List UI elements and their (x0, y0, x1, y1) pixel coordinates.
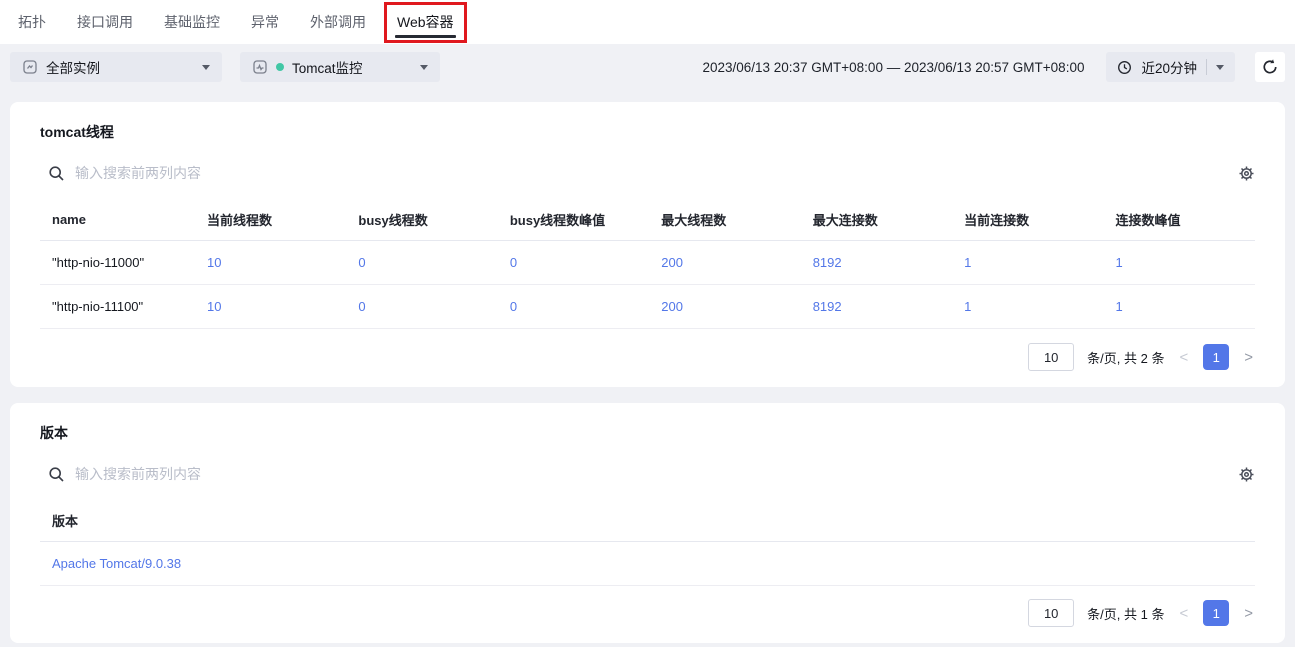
next-page-button[interactable]: > (1242, 605, 1255, 622)
table-header-row: 版本 (40, 499, 1255, 542)
col-header-version: 版本 (40, 499, 1255, 542)
tab-external-calls[interactable]: 外部调用 (308, 0, 368, 44)
cell-current-connections[interactable]: 1 (952, 240, 1104, 285)
cell-max-connections[interactable]: 8192 (800, 240, 953, 285)
cell-version[interactable]: Apache Tomcat/9.0.38 (40, 541, 1255, 586)
time-preset-button[interactable]: 近20分钟 (1106, 52, 1235, 82)
tab-basic-monitoring[interactable]: 基础监控 (162, 0, 222, 44)
chevron-down-icon (420, 64, 428, 70)
col-header-max-threads: 最大线程数 (649, 198, 801, 241)
current-page-button[interactable]: 1 (1203, 344, 1230, 370)
col-header-busy-threads: busy线程数 (346, 198, 498, 241)
tab-exceptions[interactable]: 异常 (249, 0, 281, 44)
pagination: 条/页, 共 1 条 < 1 > (40, 599, 1255, 629)
search-input[interactable] (75, 165, 1228, 181)
cell-max-threads[interactable]: 200 (649, 284, 801, 329)
time-preset-label: 近20分钟 (1141, 61, 1197, 76)
search-row (40, 158, 1255, 188)
col-header-connections-peak: 连接数峰值 (1103, 198, 1255, 241)
search-row (40, 459, 1255, 489)
tab-label: 异常 (251, 14, 279, 30)
table-row: Apache Tomcat/9.0.38 (40, 541, 1255, 586)
tomcat-threads-card: tomcat线程 name 当前线程数 busy线程数 busy线程数峰值 (10, 102, 1285, 387)
top-tab-bar: 拓扑 接口调用 基础监控 异常 外部调用 Web容器 (0, 0, 1295, 44)
cell-name: "http-nio-11000" (40, 240, 195, 285)
page-size-input[interactable] (1028, 599, 1075, 627)
table-header-row: name 当前线程数 busy线程数 busy线程数峰值 最大线程数 最大连接数… (40, 198, 1255, 241)
threads-table: name 当前线程数 busy线程数 busy线程数峰值 最大线程数 最大连接数… (40, 198, 1255, 329)
monitor-type-select[interactable]: Tomcat监控 (240, 52, 440, 82)
cell-max-threads[interactable]: 200 (649, 240, 801, 285)
current-page-button[interactable]: 1 (1203, 600, 1230, 626)
clock-icon (1117, 60, 1132, 75)
pagination-summary: 条/页, 共 1 条 (1087, 606, 1165, 622)
col-header-name: name (40, 198, 195, 241)
pagination: 条/页, 共 2 条 < 1 > (40, 343, 1255, 373)
cell-busy-threads-peak[interactable]: 0 (497, 240, 650, 285)
search-icon (48, 466, 65, 483)
table-settings-button[interactable] (1238, 165, 1255, 182)
table-row: "http-nio-11000" 10 0 0 200 8192 1 1 (40, 240, 1255, 285)
search-input[interactable] (75, 466, 1228, 482)
page-size-input[interactable] (1028, 343, 1075, 371)
search-icon (48, 165, 65, 182)
tab-label: 基础监控 (164, 14, 220, 30)
cell-current-threads[interactable]: 10 (195, 284, 347, 329)
cell-busy-threads[interactable]: 0 (346, 240, 498, 285)
monitor-select-value: Tomcat监控 (292, 61, 363, 76)
col-header-current-connections: 当前连接数 (952, 198, 1104, 241)
time-range-text: 2023/06/13 20:37 GMT+08:00 — 2023/06/13 … (702, 59, 1085, 75)
table-row: "http-nio-11100" 10 0 0 200 8192 1 1 (40, 284, 1255, 329)
chevron-down-icon (1216, 64, 1224, 70)
gear-icon (1239, 165, 1254, 181)
cell-current-connections[interactable]: 1 (952, 284, 1104, 329)
pagination-summary: 条/页, 共 2 条 (1087, 350, 1165, 366)
tab-label: 接口调用 (77, 14, 133, 30)
cell-busy-threads[interactable]: 0 (346, 284, 498, 329)
instance-select-value: 全部实例 (46, 61, 100, 76)
refresh-button[interactable] (1255, 52, 1285, 82)
instance-icon (22, 59, 38, 75)
tab-label: 拓扑 (18, 14, 46, 30)
cell-max-connections[interactable]: 8192 (800, 284, 953, 329)
cell-name: "http-nio-11100" (40, 284, 195, 329)
col-header-current-threads: 当前线程数 (195, 198, 347, 241)
prev-page-button[interactable]: < (1177, 605, 1190, 622)
tab-label: Web容器 (397, 14, 454, 30)
tab-topology[interactable]: 拓扑 (16, 0, 48, 44)
status-dot (276, 63, 284, 71)
version-table: 版本 Apache Tomcat/9.0.38 (40, 499, 1255, 586)
col-header-max-connections: 最大连接数 (800, 198, 953, 241)
cell-busy-threads-peak[interactable]: 0 (497, 284, 650, 329)
prev-page-button[interactable]: < (1177, 349, 1190, 366)
refresh-icon (1263, 59, 1277, 74)
filter-toolbar: 全部实例 Tomcat监控 2023/06/13 20:37 GMT+08:00… (0, 44, 1295, 90)
card-title: 版本 (40, 425, 68, 441)
cell-connections-peak[interactable]: 1 (1103, 240, 1255, 285)
version-card: 版本 版本 Apache Tomcat/9.0.38 (10, 403, 1285, 643)
gear-icon (1239, 466, 1254, 482)
chevron-down-icon (202, 64, 210, 70)
cell-connections-peak[interactable]: 1 (1103, 284, 1255, 329)
tab-label: 外部调用 (310, 14, 366, 30)
tab-web-container[interactable]: Web容器 (384, 0, 467, 44)
col-header-busy-threads-peak: busy线程数峰值 (497, 198, 650, 241)
table-settings-button[interactable] (1238, 466, 1255, 483)
card-title: tomcat线程 (40, 124, 114, 140)
tab-interface-calls[interactable]: 接口调用 (75, 0, 135, 44)
next-page-button[interactable]: > (1242, 349, 1255, 366)
monitor-icon (252, 59, 268, 75)
instance-select[interactable]: 全部实例 (10, 52, 222, 82)
divider (1206, 59, 1207, 75)
cell-current-threads[interactable]: 10 (195, 240, 347, 285)
